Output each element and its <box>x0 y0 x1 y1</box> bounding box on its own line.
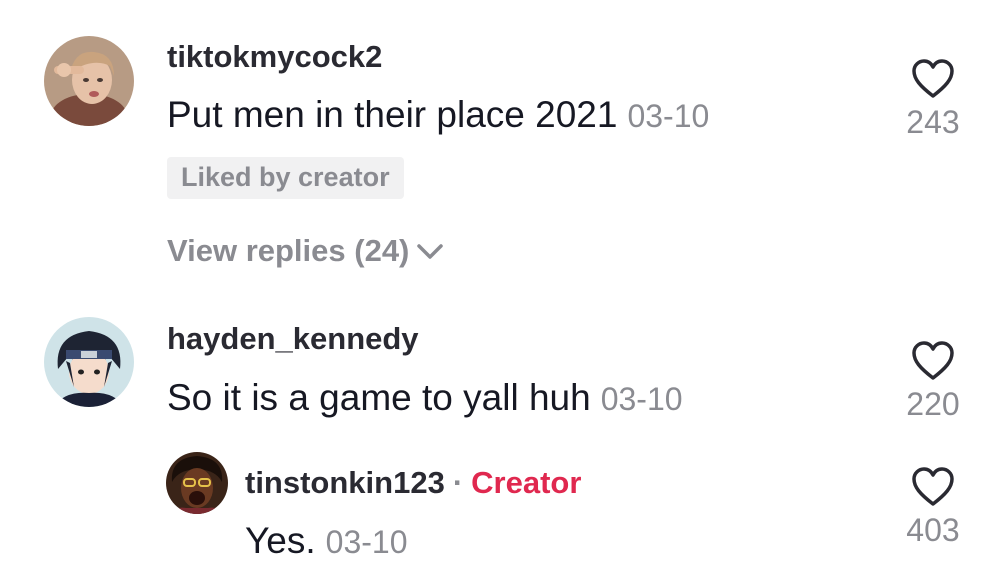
like-button[interactable]: 243 <box>893 58 973 138</box>
reply-username[interactable]: tinstonkin123 <box>245 465 445 500</box>
like-count: 243 <box>906 104 960 140</box>
comment-date: 03-10 <box>600 381 683 417</box>
like-button[interactable]: 403 <box>893 466 973 546</box>
comment-body: So it is a game to yall huh <box>167 377 591 418</box>
comment-date: 03-10 <box>627 98 710 134</box>
chevron-down-icon <box>417 243 444 259</box>
like-count: 403 <box>906 512 960 548</box>
heart-outline-icon <box>912 59 954 98</box>
view-replies-button[interactable]: View replies (24) <box>167 235 445 266</box>
comment-text: Put men in their place 2021 03-10 <box>167 96 709 133</box>
heart-outline-icon <box>912 467 954 506</box>
comment-username[interactable]: hayden_kennedy <box>167 323 419 354</box>
view-replies-label: View replies (24) <box>167 233 410 268</box>
avatar[interactable] <box>44 317 134 407</box>
heart-outline-icon <box>912 341 954 380</box>
comment-text: So it is a game to yall huh 03-10 <box>167 379 683 416</box>
liked-by-creator-badge: Liked by creator <box>167 157 404 199</box>
like-count: 220 <box>906 386 960 422</box>
comment-username[interactable]: tiktokmycock2 <box>167 41 382 72</box>
reply-body: Yes. <box>245 520 316 561</box>
like-button[interactable]: 220 <box>893 340 973 420</box>
avatar[interactable] <box>44 36 134 126</box>
comment-body: Put men in their place 2021 <box>167 94 618 135</box>
reply-text: Yes. 03-10 <box>245 522 407 559</box>
reply-date: 03-10 <box>325 524 408 560</box>
reply-username-line: tinstonkin123 · Creator <box>245 467 581 498</box>
separator-dot: · <box>452 465 464 500</box>
creator-tag: Creator <box>471 465 582 500</box>
avatar[interactable] <box>166 452 228 514</box>
